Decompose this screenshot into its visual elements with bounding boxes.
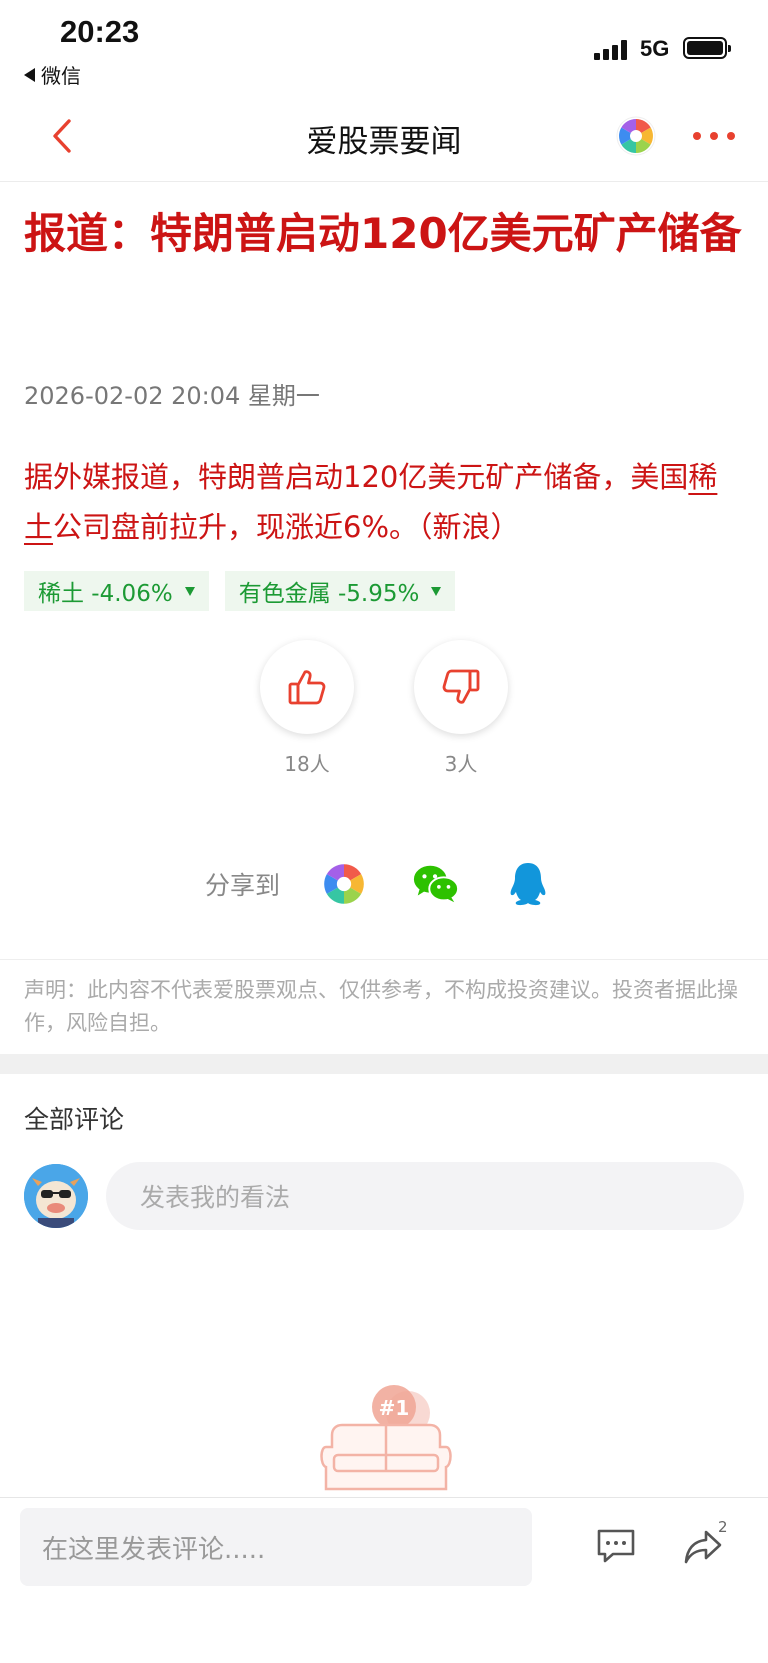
like-count: 18人 — [284, 752, 330, 776]
dislike-count: 3人 — [444, 752, 478, 776]
status-time: 20:23 — [60, 14, 140, 49]
down-arrow-icon — [184, 586, 195, 596]
wechat-icon — [413, 865, 460, 903]
bottom-comment-bar: 在这里发表评论..... 2 — [0, 1497, 768, 1663]
comments-title: 全部评论 — [24, 1105, 125, 1134]
sector-tag-label: 有色金属 -5.95% — [238, 581, 420, 607]
share-aigupiao-button[interactable] — [320, 860, 368, 908]
share-row: 分享到 — [205, 860, 596, 908]
article-body: 据外媒报道，特朗普启动120亿美元矿产储备，美国稀土公司盘前拉升，现涨近6%。（… — [24, 452, 744, 552]
thumbs-down-icon — [442, 669, 480, 704]
nav-bar: 爱股票要闻 — [0, 92, 768, 182]
share-wechat-button[interactable] — [412, 860, 460, 908]
share-label: 分享到 — [205, 871, 281, 900]
back-to-app-link[interactable]: 微信 — [24, 60, 81, 89]
dislike-vote: 3人 — [414, 640, 508, 777]
back-app-label: 微信 — [41, 64, 81, 88]
comment-input[interactable]: 发表我的看法 — [106, 1162, 744, 1230]
article-datetime: 2026-02-02 20:04 星期一 — [24, 382, 320, 410]
section-divider — [0, 1054, 768, 1074]
status-bar: 20:23 微信 5G — [0, 0, 768, 92]
comment-icon[interactable] — [595, 1526, 637, 1566]
down-arrow-icon — [431, 586, 442, 596]
sector-tag[interactable]: 稀土 -4.06% — [24, 571, 209, 611]
battery-icon — [683, 37, 731, 59]
back-triangle-icon — [24, 67, 35, 82]
signal-icon — [594, 38, 627, 60]
user-avatar-icon — [24, 1164, 88, 1228]
thumbs-up-icon — [288, 670, 326, 705]
sector-tag[interactable]: 有色金属 -5.95% — [224, 571, 456, 611]
dislike-button[interactable] — [414, 640, 508, 734]
sofa-empty-state-icon: #1 — [320, 1385, 452, 1491]
sofa-badge-text: #1 — [379, 1396, 410, 1420]
share-qq-button[interactable] — [504, 860, 552, 908]
more-options-icon[interactable] — [693, 132, 735, 140]
article-headline: 报道：特朗普启动120亿美元矿产储备 — [24, 209, 742, 258]
share-count: 2 — [718, 1518, 728, 1536]
sector-tag-label: 稀土 -4.06% — [38, 581, 173, 607]
sector-tags: 稀土 -4.06% 有色金属 -5.95% — [24, 571, 456, 611]
like-button[interactable] — [260, 640, 354, 734]
article-body-text: 据外媒报道，特朗普启动120亿美元矿产储备，美国 — [24, 460, 689, 494]
avatar — [24, 1164, 88, 1228]
like-vote: 18人 — [260, 640, 354, 777]
qq-icon — [510, 863, 546, 906]
aigupiao-icon — [324, 864, 364, 904]
article-body-text-cont: 公司盘前拉升，现涨近6%。（新浪） — [53, 510, 520, 544]
disclaimer-text: 声明：此内容不代表爱股票观点、仅供参考，不构成投资建议。投资者据此操作，风险自担… — [0, 959, 768, 1054]
network-label: 5G — [640, 36, 670, 61]
bottom-comment-input[interactable]: 在这里发表评论..... — [20, 1508, 532, 1586]
aigupiao-logo-icon[interactable] — [616, 116, 656, 156]
